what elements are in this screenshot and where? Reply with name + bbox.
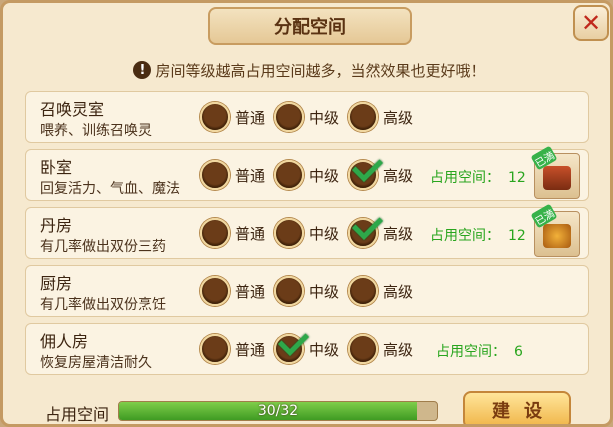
- radio-button[interactable]: [274, 324, 310, 364]
- room-desc: 恢复房屋清洁耐久: [40, 355, 152, 371]
- bed-thumbnail[interactable]: 已満: [530, 145, 580, 199]
- progress-text: 30/32: [257, 403, 299, 419]
- option-label: 中级: [309, 108, 340, 127]
- option-label: 普通: [235, 282, 266, 301]
- option-label: 高级: [383, 166, 414, 185]
- room-row-kitchen: 厨房 有几率做出双份烹饪 普通 中级 高级: [25, 265, 589, 317]
- radio-button[interactable]: [274, 276, 304, 306]
- room-name: 卧室: [40, 158, 73, 177]
- option-label: 中级: [309, 224, 340, 243]
- option-label: 高级: [383, 108, 414, 127]
- room-desc: 有几率做出双份烹饪: [40, 297, 166, 313]
- notice-text: 房间等级越高占用空间越多，当然效果也更好哦！: [155, 61, 486, 80]
- close-button[interactable]: ✕: [573, 5, 609, 41]
- radio-button[interactable]: [348, 276, 378, 306]
- option-label: 高级: [383, 224, 414, 243]
- option-label: 高级: [383, 340, 414, 359]
- checkmark-icon: [351, 208, 384, 241]
- room-desc: 回复活力、气血、魔法: [40, 181, 180, 197]
- option-high[interactable]: 高级: [348, 102, 413, 132]
- room-name: 召唤灵室: [40, 100, 105, 119]
- option-medium[interactable]: 中级: [274, 160, 339, 190]
- space-label: 占用空间: [45, 405, 110, 424]
- warning-icon: !: [133, 61, 152, 79]
- radio-button[interactable]: [200, 102, 230, 132]
- close-icon: ✕: [580, 9, 602, 37]
- space-used: 占用空间： 12: [430, 228, 526, 244]
- radio-button[interactable]: [200, 276, 230, 306]
- option-normal[interactable]: 普通: [200, 334, 265, 364]
- room-row-alchemy: 丹房 有几率做出双份三药 普通 中级 高级 占用空间： 12 已満: [25, 203, 589, 259]
- option-label: 普通: [235, 340, 266, 359]
- checkmark-icon: [351, 150, 384, 183]
- room-name: 佣人房: [40, 332, 89, 351]
- option-normal[interactable]: 普通: [200, 276, 265, 306]
- option-medium[interactable]: 中级: [274, 324, 340, 364]
- option-label: 中级: [309, 340, 340, 359]
- option-medium[interactable]: 中级: [274, 276, 339, 306]
- option-label: 中级: [309, 282, 340, 301]
- option-high[interactable]: 高级: [348, 276, 413, 306]
- option-medium[interactable]: 中级: [274, 102, 339, 132]
- room-row-bedroom: 卧室 回复活力、气血、魔法 普通 中级 高级 占用空间： 12 已満: [25, 145, 589, 201]
- option-normal[interactable]: 普通: [200, 218, 265, 248]
- option-normal[interactable]: 普通: [200, 160, 265, 190]
- option-label: 普通: [235, 108, 266, 127]
- space-used: 占用空间： 12: [430, 170, 526, 186]
- room-desc: 喂养、训练召唤灵: [40, 123, 152, 139]
- room-name: 厨房: [40, 274, 73, 293]
- build-button[interactable]: 建设: [463, 391, 571, 424]
- option-high[interactable]: 高级: [348, 334, 413, 364]
- radio-button[interactable]: [348, 102, 378, 132]
- radio-button[interactable]: [200, 218, 230, 248]
- radio-button[interactable]: [274, 160, 304, 190]
- notice-banner: ! 房间等级越高占用空间越多，当然效果也更好哦！: [3, 58, 610, 82]
- room-desc: 有几率做出双份三药: [40, 239, 166, 255]
- option-high[interactable]: 高级: [348, 208, 414, 248]
- cauldron-icon: [543, 224, 571, 248]
- room-name: 丹房: [40, 216, 73, 235]
- room-row-servant: 佣人房 恢复房屋清洁耐久 普通 中级 高级 占用空间： 6: [25, 323, 589, 375]
- radio-button[interactable]: [200, 160, 230, 190]
- room-row-summon: 召唤灵室 喂养、训练召唤灵 普通 中级 高级: [25, 91, 589, 143]
- cauldron-thumbnail[interactable]: 已満: [530, 203, 580, 257]
- option-high[interactable]: 高级: [348, 150, 414, 190]
- option-medium[interactable]: 中级: [274, 218, 339, 248]
- dialog-title: 分配空间: [208, 7, 412, 45]
- radio-button[interactable]: [348, 208, 384, 248]
- radio-button[interactable]: [274, 102, 304, 132]
- option-normal[interactable]: 普通: [200, 102, 265, 132]
- option-label: 普通: [235, 166, 266, 185]
- space-used: 占用空间： 6: [436, 344, 523, 360]
- option-label: 高级: [383, 282, 414, 301]
- option-label: 中级: [309, 166, 340, 185]
- radio-button[interactable]: [348, 150, 384, 190]
- radio-button[interactable]: [348, 334, 378, 364]
- space-progress-bar: 30/32: [118, 401, 438, 421]
- checkmark-icon: [277, 324, 310, 357]
- radio-button[interactable]: [200, 334, 230, 364]
- radio-button[interactable]: [274, 218, 304, 248]
- allocate-space-dialog: 分配空间 ✕ ! 房间等级越高占用空间越多，当然效果也更好哦！ 召唤灵室 喂养、…: [0, 0, 613, 427]
- bed-icon: [543, 166, 571, 190]
- option-label: 普通: [235, 224, 266, 243]
